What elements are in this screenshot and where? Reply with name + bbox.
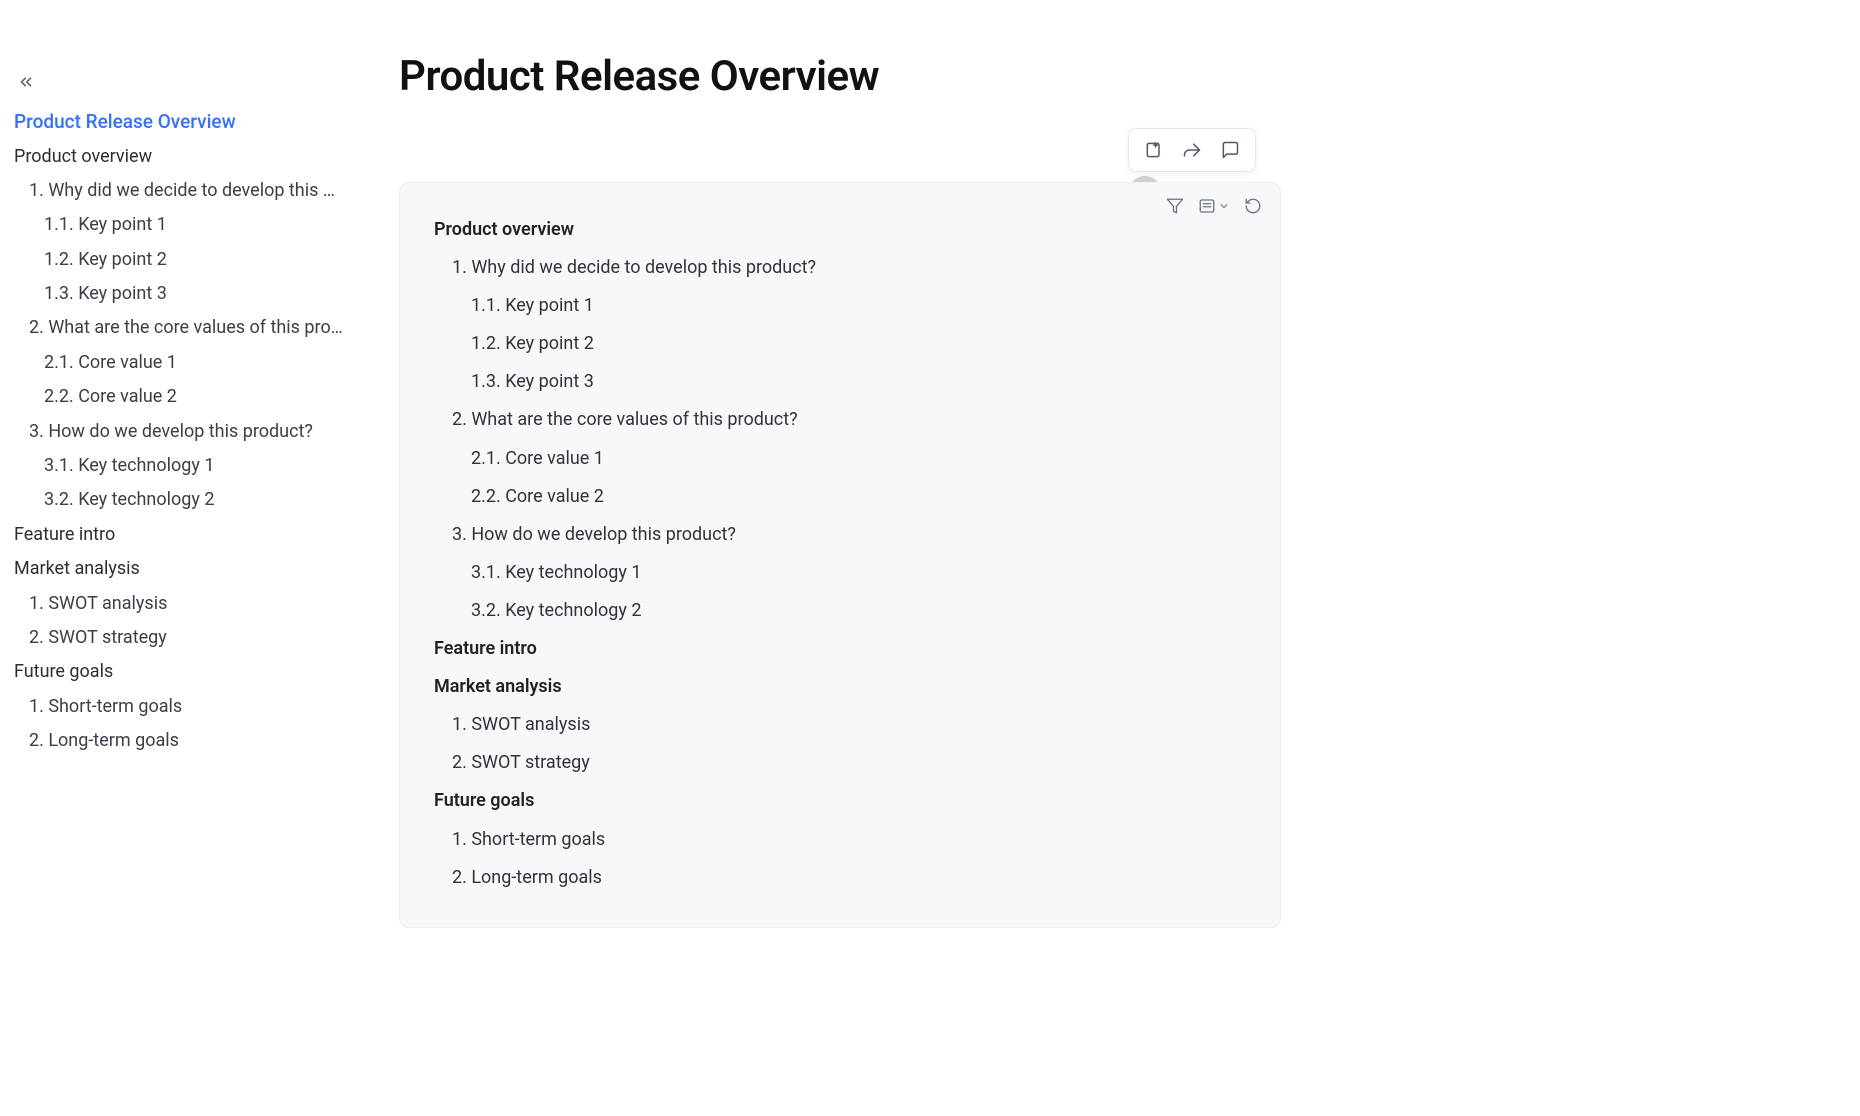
toc-filter-button[interactable] [1166, 197, 1184, 215]
sidebar-item[interactable]: Future goals [14, 655, 345, 689]
block-action-toolbar [1128, 128, 1256, 172]
sidebar-item[interactable]: 1.1. Key point 1 [14, 208, 345, 242]
toc-row[interactable]: 3.1. Key technology 1 [434, 554, 1246, 592]
toc-row[interactable]: 2. What are the core values of this prod… [434, 401, 1246, 439]
toc-row[interactable]: 1. Short-term goals [434, 821, 1246, 859]
sidebar-item[interactable]: 1.2. Key point 2 [14, 242, 345, 276]
toc-row[interactable]: 1. SWOT analysis [434, 706, 1246, 744]
toc-block-tools [1166, 197, 1262, 215]
sidebar-item[interactable]: 1. SWOT analysis [14, 586, 345, 620]
toc-row[interactable]: 3.2. Key technology 2 [434, 592, 1246, 630]
sidebar-outline-list: Product overview 1. Why did we decide to… [14, 139, 345, 758]
sidebar-item[interactable]: 2.2. Core value 2 [14, 380, 345, 414]
toc-refresh-button[interactable] [1244, 197, 1262, 215]
refresh-icon [1244, 197, 1262, 215]
chevron-double-left-icon [17, 73, 35, 91]
sidebar-item[interactable]: 2. Long-term goals [14, 724, 345, 758]
layout-icon [1198, 197, 1216, 215]
toc-row[interactable]: 2. SWOT strategy [434, 744, 1246, 782]
filter-icon [1166, 197, 1184, 215]
toc-row[interactable]: 1. Why did we decide to develop this pro… [434, 249, 1246, 287]
page-title: Product Release Overview [399, 52, 1806, 101]
sidebar-item[interactable]: 2.1. Core value 1 [14, 345, 345, 379]
table-of-contents-block[interactable]: Product overview 1. Why did we decide to… [399, 182, 1281, 928]
collapse-sidebar-button[interactable] [14, 70, 38, 94]
toc-row[interactable]: 2.1. Core value 1 [434, 440, 1246, 478]
sidebar-item[interactable]: 3.2. Key technology 2 [14, 483, 345, 517]
sidebar-item[interactable]: 3. How do we develop this product? [14, 414, 345, 448]
toc-style-button[interactable] [1198, 197, 1230, 215]
sidebar-item[interactable]: 3.1. Key technology 1 [14, 449, 345, 483]
sidebar-item[interactable]: Market analysis [14, 552, 345, 586]
toc-row[interactable]: Market analysis [434, 668, 1246, 706]
toc-row[interactable]: 2.2. Core value 2 [434, 478, 1246, 516]
sidebar-item[interactable]: Feature intro [14, 517, 345, 551]
sidebar-item[interactable]: 2. SWOT strategy [14, 620, 345, 654]
chevron-down-icon [1218, 200, 1230, 212]
ai-sparkle-icon [1144, 140, 1164, 160]
sidebar-item[interactable]: 1.3. Key point 3 [14, 277, 345, 311]
sidebar-item[interactable]: 1. Short-term goals [14, 689, 345, 723]
toc-row[interactable]: Feature intro [434, 630, 1246, 668]
toc-list: Product overview 1. Why did we decide to… [434, 211, 1246, 897]
toc-row[interactable]: 1.1. Key point 1 [434, 287, 1246, 325]
toc-row[interactable]: 3. How do we develop this product? [434, 516, 1246, 554]
sidebar-item[interactable]: 2. What are the core values of this prod… [14, 311, 345, 345]
share-button[interactable] [1179, 137, 1205, 163]
toc-row[interactable]: Product overview [434, 211, 1246, 249]
toc-row[interactable]: 1.3. Key point 3 [434, 363, 1246, 401]
document-main: Product Release Overview [345, 0, 1860, 1116]
share-arrow-icon [1182, 140, 1202, 160]
ai-button[interactable] [1141, 137, 1167, 163]
sidebar-item[interactable]: Product overview [14, 139, 345, 173]
outline-sidebar: Product Release Overview Product overvie… [0, 0, 345, 1116]
sidebar-doc-title[interactable]: Product Release Overview [14, 104, 345, 139]
toc-row[interactable]: 1.2. Key point 2 [434, 325, 1246, 363]
sidebar-item[interactable]: 1. Why did we decide to develop this pro… [14, 173, 345, 207]
toc-row[interactable]: Future goals [434, 782, 1246, 820]
comment-button[interactable] [1217, 137, 1243, 163]
toc-row[interactable]: 2. Long-term goals [434, 859, 1246, 897]
comment-icon [1220, 140, 1240, 160]
